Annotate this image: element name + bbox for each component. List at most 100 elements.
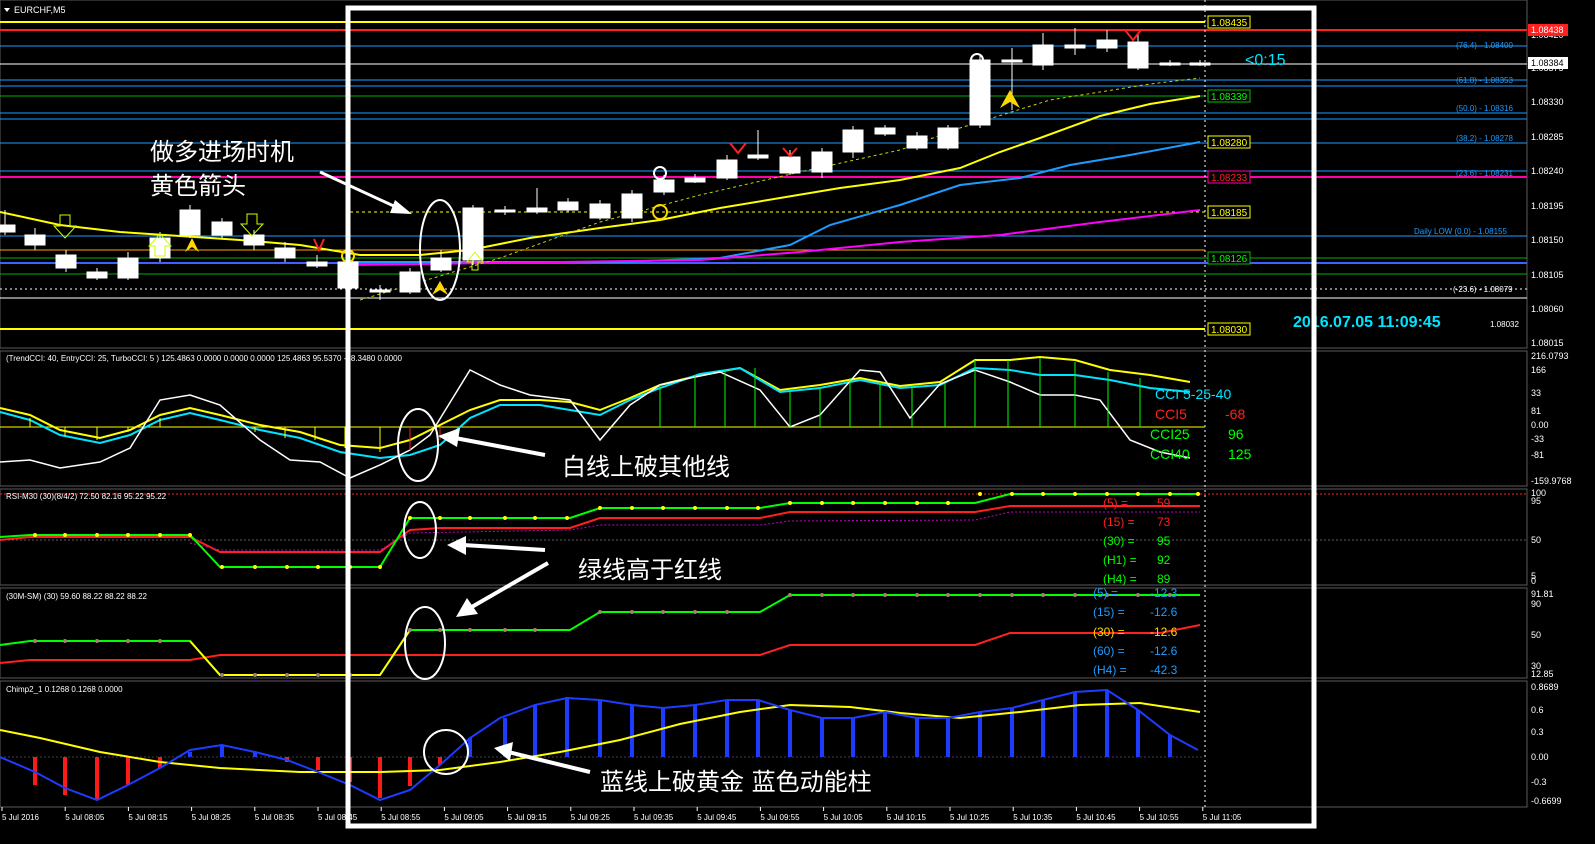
- svg-text:(30) =: (30) =: [1103, 534, 1135, 548]
- candle: [779, 156, 801, 174]
- time-axis-label: 5 Jul 09:45: [697, 813, 737, 822]
- svg-text:-0.6699: -0.6699: [1531, 796, 1562, 806]
- svg-text:0.00: 0.00: [1531, 752, 1549, 762]
- svg-text:CCI5: CCI5: [1155, 406, 1187, 422]
- svg-text:73: 73: [1157, 515, 1171, 529]
- candle: [1159, 62, 1181, 66]
- svg-text:CCI40: CCI40: [1150, 446, 1190, 462]
- svg-text:(23.6) - 1.08231: (23.6) - 1.08231: [1456, 169, 1513, 178]
- candle: [811, 151, 833, 173]
- candle: [1189, 62, 1211, 66]
- price-scale: 1.08420 1.08375 1.08330 1.08285 1.08240 …: [1531, 30, 1564, 348]
- svg-text:(H4) =: (H4) =: [1103, 572, 1137, 586]
- svg-text:0.00: 0.00: [1531, 420, 1549, 430]
- svg-text:0.8689: 0.8689: [1531, 682, 1559, 692]
- ma-yellow-dashed: [359, 77, 1201, 301]
- svg-text:(H4) =: (H4) =: [1093, 663, 1127, 677]
- svg-text:1.08105: 1.08105: [1531, 270, 1564, 280]
- svg-text:-12.6: -12.6: [1150, 605, 1178, 619]
- time-axis-label: 5 Jul 10:45: [1076, 813, 1116, 822]
- svg-text:(15) =: (15) =: [1093, 605, 1125, 619]
- svg-text:CCI 5-25-40: CCI 5-25-40: [1155, 386, 1231, 402]
- rsi-scale: 100 95 50 5 0: [1531, 488, 1546, 586]
- svg-text:-68: -68: [1225, 406, 1245, 422]
- time-axis-label: 5 Jul 11:05: [1203, 813, 1242, 822]
- time-axis-label: 5 Jul 10:55: [1140, 813, 1180, 822]
- svg-text:(H1) =: (H1) =: [1103, 553, 1137, 567]
- svg-text:(5) =: (5) =: [1103, 496, 1128, 510]
- svg-text:-42.3: -42.3: [1150, 663, 1178, 677]
- level-box-3: 1.08280: [1211, 138, 1248, 149]
- svg-text:-12.3: -12.3: [1150, 586, 1178, 600]
- level-box-1: 1.08435: [1211, 18, 1248, 29]
- candle: [399, 271, 421, 293]
- svg-text:-12.6: -12.6: [1150, 644, 1178, 658]
- candle: [1032, 44, 1054, 66]
- trading-chart-window[interactable]: 1.08435 1.08339 1.08280 1.08185 1.08126 …: [0, 0, 1595, 844]
- svg-text:(61.8) - 1.08353: (61.8) - 1.08353: [1456, 76, 1513, 85]
- time-axis-label: 5 Jul 08:05: [65, 813, 105, 822]
- svg-text:96: 96: [1228, 426, 1244, 442]
- candle: [462, 207, 484, 261]
- candle: [1127, 41, 1149, 69]
- svg-text:1.08150: 1.08150: [1531, 235, 1564, 245]
- svg-text:-159.9768: -159.9768: [1531, 476, 1572, 486]
- svg-text:1.08195: 1.08195: [1531, 201, 1564, 211]
- candle: [306, 261, 328, 267]
- svg-text:-12.6: -12.6: [1150, 625, 1178, 639]
- candle: [369, 289, 391, 293]
- svg-text:(76.4) - 1.08400: (76.4) - 1.08400: [1456, 41, 1513, 50]
- time-axis-label: 5 Jul 09:15: [508, 813, 548, 822]
- time-axis-label: 5 Jul 10:35: [1013, 813, 1053, 822]
- candle: [0, 224, 16, 233]
- candle: [430, 257, 452, 271]
- magenta-level-box: 1.08233: [1211, 173, 1248, 184]
- time-axis-label: 5 Jul 09:25: [571, 813, 611, 822]
- candle: [179, 209, 201, 236]
- bar-countdown: <0:15: [1245, 52, 1286, 69]
- svg-text:1.08240: 1.08240: [1531, 166, 1564, 176]
- cci-panel-frame: [0, 350, 1528, 487]
- cci-legend: CCI 5-25-40 CCI5 -68 CCI25 96 CCI40 125: [1150, 386, 1252, 462]
- svg-text:91.81: 91.81: [1531, 589, 1554, 599]
- svg-text:0.6: 0.6: [1531, 705, 1544, 715]
- sm-panel-frame: [0, 587, 1528, 679]
- candle: [24, 234, 46, 246]
- sm-header: (30M-SM) (30) 59.60 88.22 88.22 88.22: [6, 592, 148, 601]
- candle: [1001, 59, 1023, 63]
- svg-text:95: 95: [1531, 496, 1541, 506]
- price-levels: [0, 0, 1527, 807]
- candle: [117, 257, 139, 279]
- svg-text:1.08015: 1.08015: [1531, 338, 1564, 348]
- svg-text:50: 50: [1531, 535, 1541, 545]
- chart-title: EURCHF,M5: [14, 5, 66, 15]
- candle: [621, 193, 643, 219]
- svg-text:0: 0: [1531, 576, 1536, 586]
- svg-text:90: 90: [1531, 599, 1541, 609]
- candle: [684, 177, 706, 183]
- svg-text:216.0793: 216.0793: [1531, 351, 1569, 361]
- candle: [653, 179, 675, 193]
- candle: [842, 129, 864, 153]
- cci-scale: 216.0793 166 81 0.00 -33 -81 -159.9768 3…: [1531, 351, 1572, 486]
- candle: [55, 254, 77, 269]
- svg-text:-33: -33: [1531, 434, 1544, 444]
- svg-text:(5) =: (5) =: [1093, 586, 1118, 600]
- chevron-down-icon[interactable]: [4, 8, 10, 12]
- candle: [906, 135, 928, 149]
- time-axis-label: 5 Jul 10:05: [824, 813, 864, 822]
- candle: [243, 234, 265, 246]
- candle: [557, 201, 579, 211]
- time-axis: 5 Jul 2016 5 Jul 08:05 5 Jul 08:15 5 Jul 08…: [1, 807, 1242, 822]
- svg-text:CCI25: CCI25: [1150, 426, 1190, 442]
- time-axis-label: 5 Jul 08:35: [255, 813, 295, 822]
- svg-text:(60) =: (60) =: [1093, 644, 1125, 658]
- candle: [589, 203, 611, 219]
- red-level-text: 1.08438: [1531, 25, 1564, 35]
- candle: [494, 209, 516, 213]
- level-box-2: 1.08339: [1211, 92, 1248, 103]
- annotation-yellow-arrow: 黄色箭头: [150, 172, 246, 200]
- candle: [937, 127, 959, 149]
- level-box-4: 1.08185: [1211, 208, 1248, 219]
- time-axis-label: 5 Jul 08:45: [318, 813, 358, 822]
